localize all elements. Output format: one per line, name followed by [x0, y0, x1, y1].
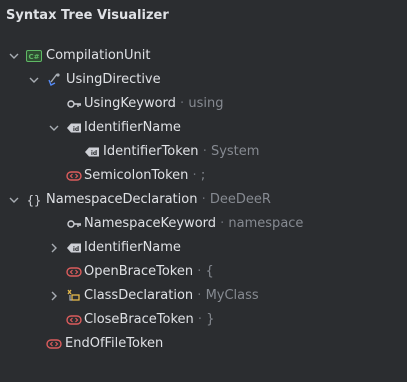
tree-node-detail: DeeDeeR — [209, 192, 271, 207]
tree-node-detail: MyClass — [205, 288, 259, 303]
tree-node-label: EndOfFileToken — [65, 336, 164, 351]
tree-node-end-of-file-token[interactable]: EndOfFileToken — [0, 332, 407, 356]
tree-node-label: CompilationUnit — [46, 48, 151, 63]
tree-node-label: NamespaceDeclaration · DeeDeeR — [46, 192, 271, 207]
tree-node-namespace-declaration[interactable]: {} NamespaceDeclaration · DeeDeeR — [0, 188, 407, 212]
using-directive-icon — [46, 72, 62, 88]
tree-node-label: CloseBraceToken · } — [84, 312, 215, 327]
tree-node-identifier-name[interactable]: id IdentifierName — [0, 236, 407, 260]
token-icon — [46, 336, 62, 352]
svg-text:id: id — [73, 246, 79, 253]
key-icon — [66, 96, 82, 112]
csharp-file-icon: C# — [26, 48, 42, 64]
tree-node-label: UsingKeyword · using — [84, 96, 224, 111]
tree-node-detail: ; — [200, 168, 206, 183]
syntax-tree: C# CompilationUnit UsingDirective UsingK… — [0, 44, 407, 356]
tree-node-detail: using — [188, 96, 224, 111]
tree-node-detail: { — [205, 264, 214, 279]
tree-node-label: IdentifierName — [84, 120, 181, 135]
tree-node-label: OpenBraceToken · { — [84, 264, 214, 279]
token-icon — [66, 168, 82, 184]
tree-node-close-brace-token[interactable]: CloseBraceToken · } — [0, 308, 407, 332]
tree-node-identifier-token[interactable]: id IdentifierToken · System — [0, 140, 407, 164]
tree-node-label: ClassDeclaration · MyClass — [84, 288, 259, 303]
tree-node-identifier-name[interactable]: id IdentifierName — [0, 116, 407, 140]
namespace-icon: {} — [26, 192, 42, 208]
chevron-down-icon[interactable] — [6, 192, 22, 208]
tree-node-label: NamespaceKeyword · namespace — [84, 216, 304, 231]
identifier-icon: id — [66, 240, 82, 256]
identifier-icon: id — [84, 144, 100, 160]
tree-node-detail: } — [206, 312, 215, 327]
token-icon — [66, 264, 82, 280]
key-icon — [66, 216, 82, 232]
tree-node-open-brace-token[interactable]: OpenBraceToken · { — [0, 260, 407, 284]
chevron-right-icon[interactable] — [46, 288, 62, 304]
chevron-down-icon[interactable] — [26, 72, 42, 88]
tree-node-namespace-keyword[interactable]: NamespaceKeyword · namespace — [0, 212, 407, 236]
tree-node-semicolon-token[interactable]: SemicolonToken · ; — [0, 164, 407, 188]
chevron-right-icon[interactable] — [46, 240, 62, 256]
tree-node-label: UsingDirective — [66, 72, 161, 87]
chevron-down-icon[interactable] — [46, 120, 62, 136]
tree-node-using-directive[interactable]: UsingDirective — [0, 68, 407, 92]
chevron-down-icon[interactable] — [6, 48, 22, 64]
svg-text:C#: C# — [28, 53, 39, 61]
svg-text:{}: {} — [27, 194, 41, 208]
tree-node-detail: System — [210, 144, 260, 159]
svg-text:id: id — [73, 126, 79, 133]
tree-node-detail: namespace — [228, 216, 304, 231]
tree-node-label: IdentifierName — [84, 240, 181, 255]
tree-node-label: SemicolonToken · ; — [84, 168, 206, 183]
tree-node-class-declaration[interactable]: ClassDeclaration · MyClass — [0, 284, 407, 308]
panel-title: Syntax Tree Visualizer — [6, 8, 169, 23]
token-icon — [66, 312, 82, 328]
svg-text:id: id — [91, 150, 97, 157]
identifier-icon: id — [66, 120, 82, 136]
tree-node-using-keyword[interactable]: UsingKeyword · using — [0, 92, 407, 116]
tree-node-compilation-unit[interactable]: C# CompilationUnit — [0, 44, 407, 68]
tree-node-label: IdentifierToken · System — [103, 144, 260, 159]
class-declaration-icon — [66, 288, 82, 304]
